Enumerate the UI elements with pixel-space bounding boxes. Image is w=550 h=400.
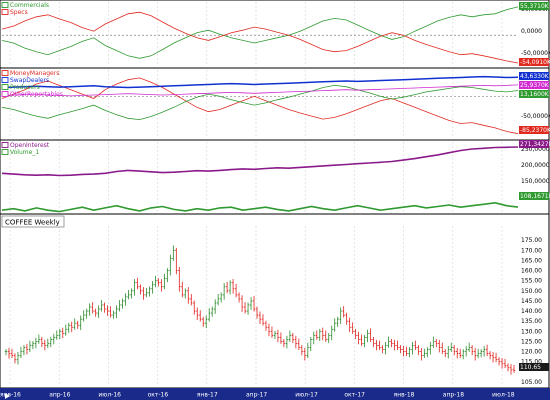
pane-price-frame	[0, 213, 550, 389]
axis-tick-label: 200,0000K	[521, 162, 550, 169]
axis-tick-label: -50,0000K	[521, 113, 550, 120]
axis-tick-label: 135.00	[521, 318, 542, 325]
axis-tick-label: 0,0000	[521, 28, 542, 35]
axis-tick-label: 145.00	[521, 298, 542, 305]
time-axis-label: июл-17	[295, 392, 318, 399]
axis-tick-label: -50,0000K	[521, 50, 550, 57]
legend-swatch[interactable]	[1, 70, 9, 76]
axis-tick-label: 120.00	[521, 349, 542, 356]
axis-tick-label: 140.00	[521, 308, 542, 315]
legend-label: OtherReportables	[10, 91, 63, 98]
axis-tick-label: 155.00	[521, 278, 542, 285]
legend-label: OpenInterest	[10, 142, 50, 149]
legend-swatch[interactable]	[1, 2, 9, 8]
axis-tick-label: 170.00	[521, 247, 542, 254]
chart-window: COFFEE Weekly Commercials Specs MoneyManage…	[0, 0, 550, 400]
axis-tick-label: 165.00	[521, 257, 542, 264]
axis-tick-label: 175.00	[521, 237, 542, 244]
legend-label: SwapDealers	[10, 77, 49, 84]
legend-label: MoneyManagers	[10, 70, 59, 77]
last-value-label: 55,3710K	[520, 3, 550, 10]
last-value-label: -54,0910K	[520, 59, 550, 66]
time-axis-label: янв-17	[197, 392, 218, 399]
time-axis-label: апр-16	[49, 392, 70, 399]
last-value-label: -85,2370K	[520, 127, 550, 134]
last-value-label: 25,9370K	[520, 82, 550, 89]
last-value-label: 108,1671K	[520, 193, 550, 200]
axis-tick-label: 125.00	[521, 338, 542, 345]
time-axis-label: окт-17	[344, 392, 365, 399]
axis-tick-label: 160.00	[521, 268, 542, 275]
legend-swatch[interactable]	[1, 77, 9, 83]
time-axis-label: янв-18	[394, 392, 415, 399]
time-axis-label: апр-17	[246, 392, 267, 399]
last-value-label: 43,6330K	[520, 73, 550, 80]
chart-canvas: COFFEE Weekly CommercialsSpecs MoneyManage…	[0, 0, 550, 400]
time-axis-label: окт-16	[148, 392, 169, 399]
time-axis-label: июл-18	[492, 392, 515, 399]
legend-label: Volume_1	[10, 149, 39, 156]
time-axis-bar	[0, 388, 550, 400]
legend-label: Producers	[10, 84, 40, 91]
last-value-label: 110.65	[520, 364, 541, 371]
time-axis-label: апр-18	[443, 392, 464, 399]
pane-cot-1-frame	[0, 0, 550, 69]
legend-swatch[interactable]	[1, 149, 9, 155]
axis-tick-label: 105.00	[521, 379, 542, 386]
last-value-label: 13,1600K	[520, 91, 550, 98]
pane-open-interest-frame	[0, 139, 550, 215]
legend-swatch[interactable]	[1, 91, 9, 97]
axis-tick-label: 150,0000K	[521, 178, 550, 185]
axis-tick-label: 130.00	[521, 328, 542, 335]
legend-swatch[interactable]	[1, 9, 9, 15]
time-axis-label: июл-16	[98, 392, 121, 399]
last-value-label: 271,3427K	[520, 141, 550, 148]
legend-swatch[interactable]	[1, 84, 9, 90]
legend-label: Commercials	[10, 2, 49, 9]
axis-tick-label: 150.00	[521, 288, 542, 295]
legend-label: Specs	[10, 9, 28, 16]
chart-title: COFFEE Weekly	[5, 219, 60, 227]
time-axis-label: янв-16	[0, 392, 21, 399]
legend-swatch[interactable]	[1, 142, 9, 148]
